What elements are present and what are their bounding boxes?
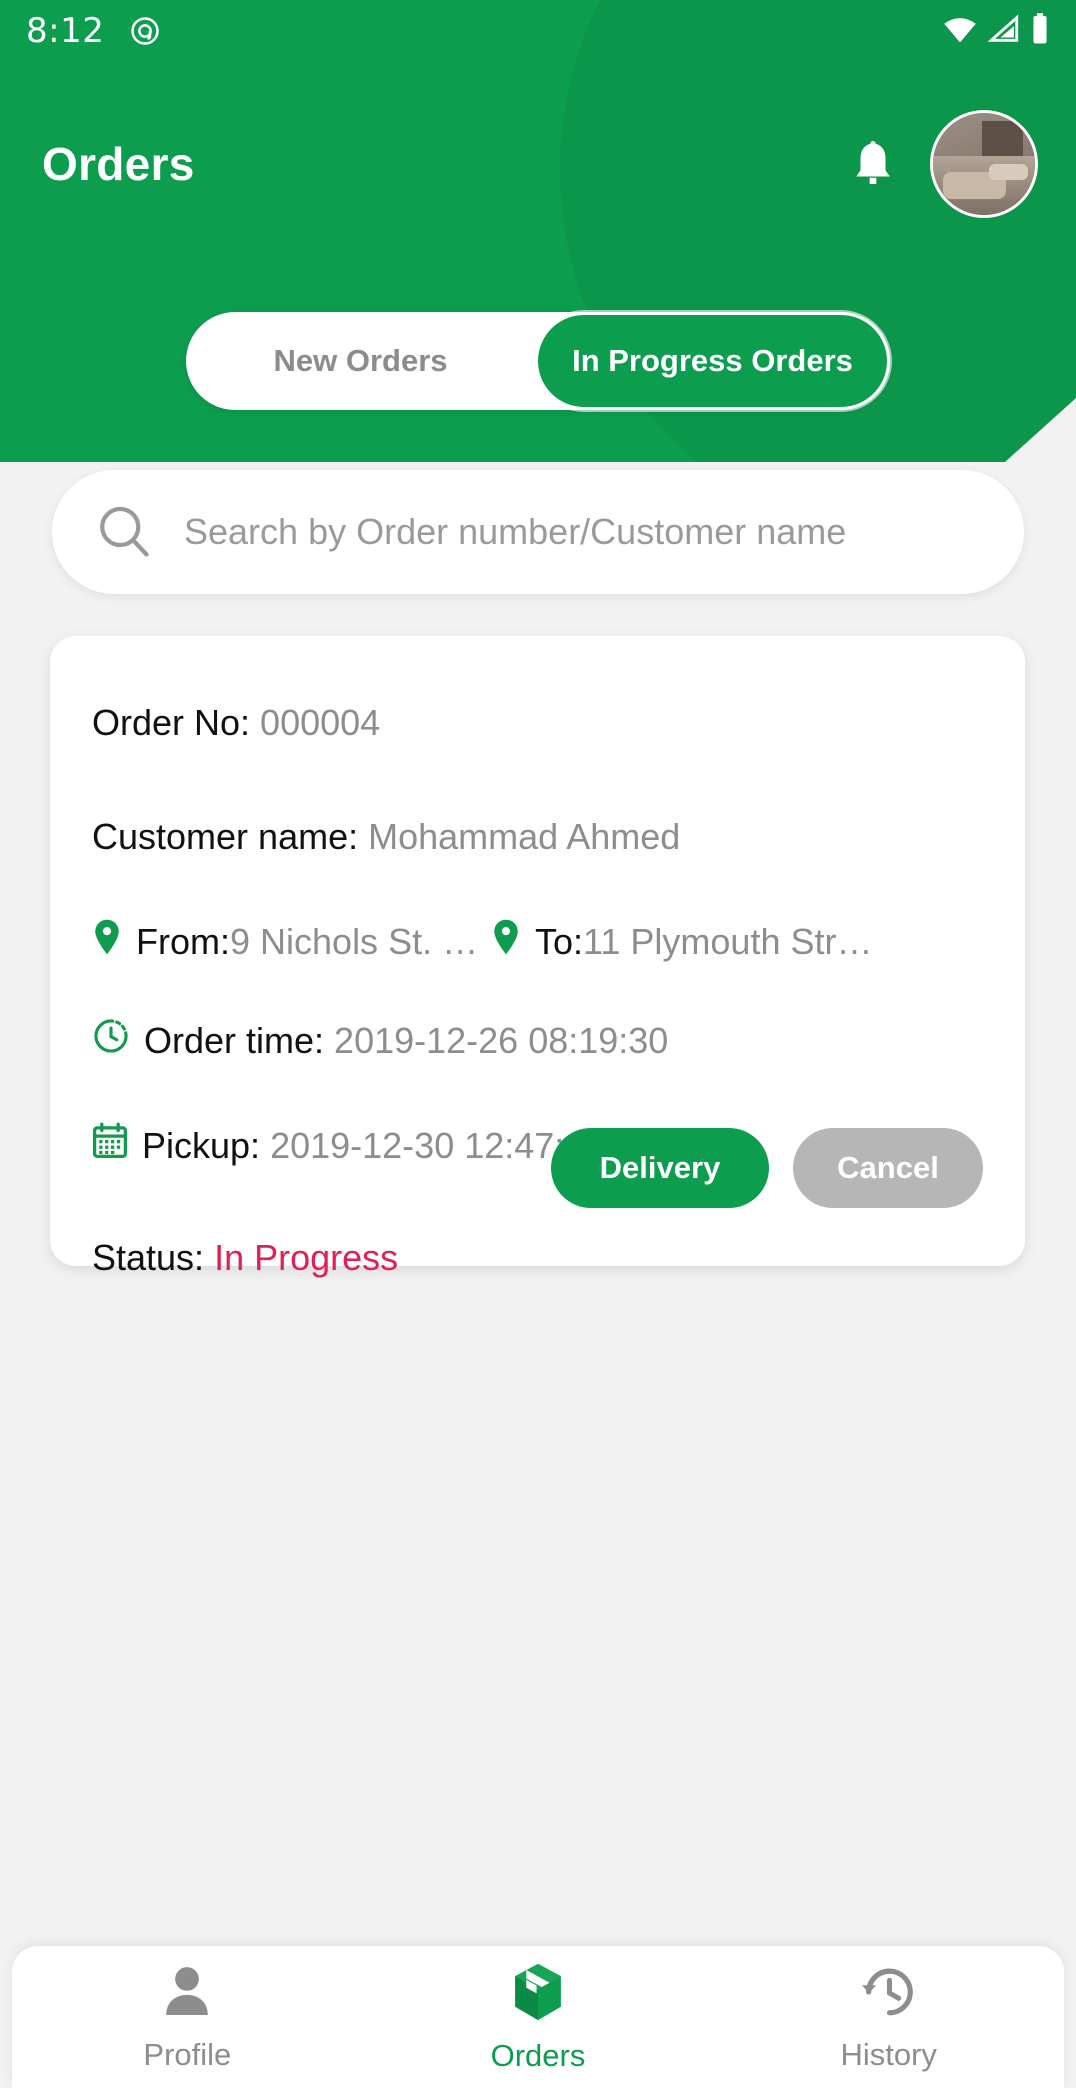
from-value: 9 Nichols St. N... [230,920,485,962]
order-time-row: Order time: 2019-12-26 08:19:30 [92,1017,983,1064]
nav-item-history[interactable]: History [713,1962,1064,2073]
order-card[interactable]: Order No: 000004 Customer name: Mohammad… [50,636,1025,1278]
to-address: To: 11 Plymouth Stre... [491,918,873,965]
search-bar[interactable] [52,470,1024,594]
person-icon [158,1962,216,2027]
order-tabs: New Orders In Progress Orders [186,312,890,410]
status-label: Status: [92,1237,205,1278]
nav-item-history-label: History [840,2036,937,2072]
wifi-icon [942,14,978,49]
history-clock-icon [860,1962,918,2027]
order-number-label: Order No: [92,702,251,743]
tab-new-orders[interactable]: New Orders [186,312,535,410]
customer-name-label: Customer name: [92,816,359,857]
search-input[interactable] [184,511,982,553]
from-label: From: [136,920,230,962]
header-actions [846,110,1038,218]
status-bar: 8:12 [0,0,1076,62]
nav-item-profile-label: Profile [143,2036,232,2072]
cancel-button[interactable]: Cancel [793,1128,983,1208]
calendar-icon [92,1122,128,1169]
clock-icon [92,1017,130,1064]
package-box-icon [509,1961,567,2028]
address-row: From: 9 Nichols St. N... To: 11 Plymouth… [92,918,983,965]
status-row: Status: In Progress [92,1237,983,1279]
title-bar: Orders [0,104,1076,224]
page-title: Orders [42,138,195,190]
to-label: To: [535,920,584,962]
order-time-value: 2019-12-26 08:19:30 [334,1019,669,1061]
nav-item-orders-label: Orders [490,2037,586,2073]
map-pin-icon [491,918,521,965]
app-root: 8:12 Orders New Orders In Progress Order… [0,0,1076,2088]
at-circle-icon [130,16,160,46]
status-bar-indicators [942,12,1050,50]
avatar[interactable] [930,110,1038,218]
cell-signal-icon [987,14,1021,49]
tab-in-progress-orders-label: In Progress Orders [572,343,853,378]
from-address: From: 9 Nichols St. N... [92,918,485,965]
tab-new-orders-label: New Orders [273,343,448,378]
order-card-actions: Delivery Cancel [551,1128,983,1208]
order-time-label: Order time: [144,1019,325,1061]
tab-in-progress-orders[interactable]: In Progress Orders [535,312,890,410]
order-number-row: Order No: 000004 [92,702,983,744]
status-bar-clock: 8:12 [26,11,105,51]
nav-item-profile[interactable]: Profile [12,1962,363,2073]
bell-icon[interactable] [846,135,900,193]
map-pin-icon [92,918,122,965]
customer-name-value: Mohammad Ahmed [368,816,681,857]
pickup-label: Pickup: [142,1124,261,1166]
nav-item-orders[interactable]: Orders [363,1961,714,2074]
search-icon [94,502,154,562]
battery-full-icon [1030,12,1050,50]
customer-name-row: Customer name: Mohammad Ahmed [92,816,983,858]
delivery-button[interactable]: Delivery [551,1128,769,1208]
status-badge: In Progress [214,1237,399,1278]
bottom-navigation: Profile Orders History [12,1946,1064,2088]
order-number-value: 000004 [260,702,381,743]
to-value: 11 Plymouth Stre... [583,920,874,962]
